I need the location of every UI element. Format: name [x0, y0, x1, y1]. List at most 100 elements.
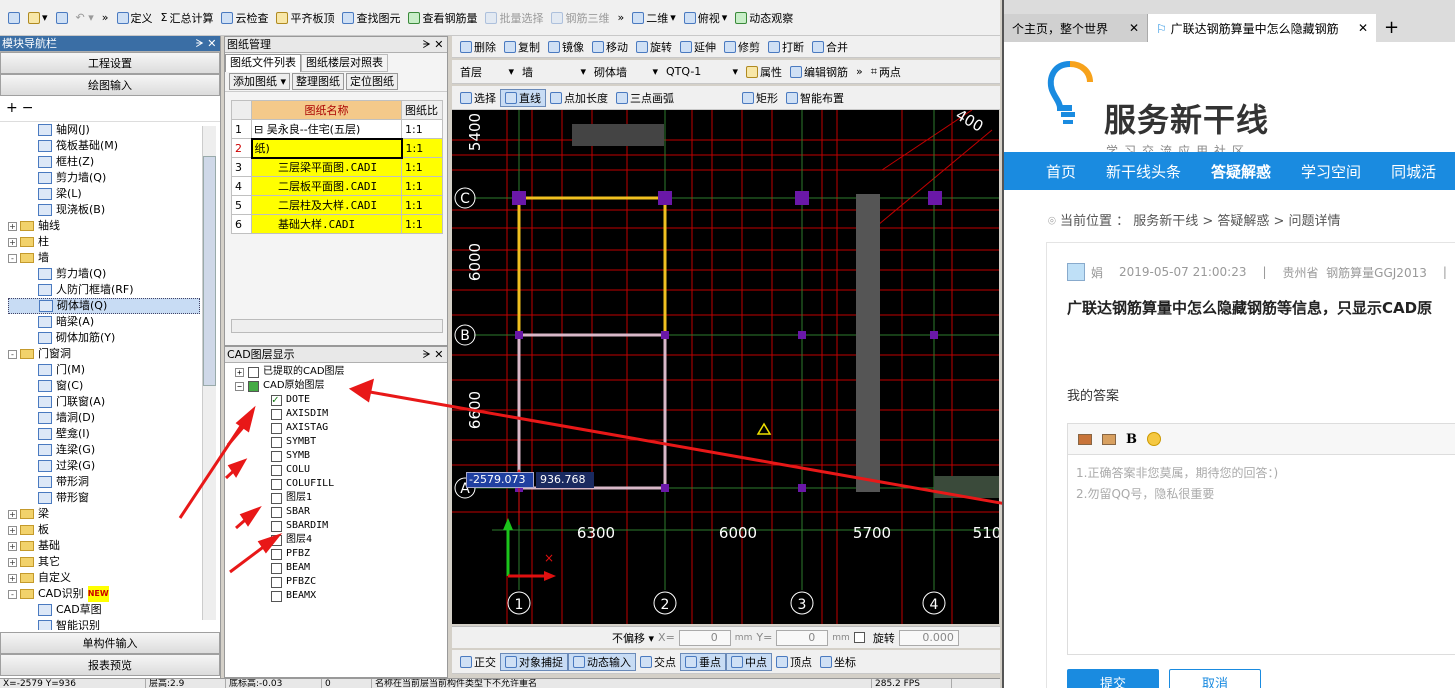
move-button[interactable]: 移动: [588, 39, 632, 55]
rotate-button[interactable]: 旋转: [632, 39, 676, 55]
tree-item[interactable]: - CAD识别 NEW: [8, 586, 200, 602]
tree-item[interactable]: + 梁: [8, 506, 200, 522]
project-settings-button[interactable]: 工程设置: [0, 52, 220, 74]
ortho-button[interactable]: 正交: [456, 654, 500, 670]
tree-item[interactable]: CAD草图: [8, 602, 200, 618]
drawing-name-cell[interactable]: 二层板平面图.CADI: [251, 176, 402, 196]
smart-layout-button[interactable]: 智能布置: [782, 90, 848, 106]
tree-item[interactable]: 剪力墙(Q): [8, 170, 200, 186]
layer-checkbox[interactable]: [271, 422, 282, 434]
component-name-select[interactable]: QTQ-1 ▾: [662, 65, 742, 78]
tree-toggle-icon[interactable]: -: [8, 349, 17, 359]
tree-item[interactable]: 连梁(G): [8, 442, 200, 458]
cad-canvas[interactable]: C B A 1 2 3 4 6300 6000 5700 510 5400 60…: [452, 110, 999, 624]
drawing-name-cell[interactable]: ⊟ 吴永良--住宅(五层): [251, 119, 402, 139]
tree-toggle-icon[interactable]: +: [8, 509, 17, 519]
layer-checkbox[interactable]: [271, 534, 282, 546]
layer-checkbox[interactable]: [271, 464, 282, 476]
tree-item[interactable]: 剪力墙(Q): [8, 266, 200, 282]
single-component-input-button[interactable]: 单构件输入: [0, 632, 220, 654]
tree-item[interactable]: -墙: [8, 250, 200, 266]
layer-item[interactable]: 图层4: [271, 533, 447, 547]
table-row[interactable]: 4 二层板平面图.CADI 1:1: [231, 176, 443, 196]
dynamic-observe-button[interactable]: 动态观察: [731, 10, 797, 26]
layer-group-extracted[interactable]: + 已提取的CAD图层: [235, 365, 447, 379]
table-row[interactable]: 2 纸) 1:1: [231, 137, 443, 159]
tree-item[interactable]: 梁(L): [8, 186, 200, 202]
offset-select[interactable]: 不偏移 ▾: [612, 630, 654, 646]
top-view-dropdown[interactable]: 俯视 ▾: [680, 10, 732, 26]
organize-drawing-button[interactable]: 整理图纸: [292, 73, 345, 90]
report-preview-button[interactable]: 报表预览: [0, 654, 220, 676]
layer-item[interactable]: SYMBT: [271, 435, 447, 449]
component-subtype-select[interactable]: 砌体墙 ▾: [590, 64, 662, 80]
tree-item[interactable]: 砌体加筋(Y): [8, 330, 200, 346]
layer-item[interactable]: AXISDIM: [271, 407, 447, 421]
add-drawing-button[interactable]: 添加图纸 ▾: [229, 73, 291, 90]
drawing-hscroll[interactable]: [231, 319, 443, 333]
layer-item[interactable]: 图层1: [271, 491, 447, 505]
bold-icon[interactable]: B: [1126, 432, 1137, 447]
rectangle-button[interactable]: 矩形: [738, 90, 782, 106]
attribute-button[interactable]: 属性: [742, 64, 786, 80]
table-row[interactable]: 3 三层梁平面图.CADI 1:1: [231, 157, 443, 177]
rotate-checkbox[interactable]: [853, 632, 865, 643]
author-name[interactable]: 娟: [1091, 264, 1103, 281]
tree-item[interactable]: 门(M): [8, 362, 200, 378]
browser-tab-2[interactable]: ⚐ 广联达钢筋算量中怎么隐藏钢筋 ✕: [1148, 14, 1376, 42]
open-file-icon[interactable]: ▾: [24, 11, 52, 24]
nav-qa[interactable]: 答疑解惑: [1211, 161, 1271, 182]
layer-checkbox[interactable]: [271, 506, 282, 518]
browser-tab-1[interactable]: 个主页，整个世界 ✕: [1004, 14, 1148, 42]
tree-item[interactable]: 框柱(Z): [8, 154, 200, 170]
copy-button[interactable]: 复制: [500, 39, 544, 55]
rotate-input[interactable]: 0.000: [898, 629, 959, 646]
break-button[interactable]: 打断: [764, 39, 808, 55]
nav-local[interactable]: 同城活: [1391, 161, 1436, 182]
layer-item[interactable]: BEAM: [271, 561, 447, 575]
layer-item[interactable]: SBAR: [271, 505, 447, 519]
tree-item[interactable]: 轴网(J): [8, 122, 200, 138]
collapse-icon[interactable]: ⊟: [254, 123, 267, 136]
tree-item[interactable]: 砌体墙(Q): [8, 298, 200, 314]
two-point-button[interactable]: ⌗ 两点: [867, 64, 905, 80]
rebar-3d-button[interactable]: 钢筋三维: [547, 10, 613, 26]
toolbar-overflow-icon-2[interactable]: »: [613, 11, 628, 24]
drawing-name-cell[interactable]: 基础大样.CADI: [251, 214, 402, 234]
merge-button[interactable]: 合并: [808, 39, 852, 55]
layer-item[interactable]: DOTE: [271, 393, 447, 407]
nav-headlines[interactable]: 新干线头条: [1106, 161, 1181, 182]
component-type-select[interactable]: 墙 ▾: [518, 64, 590, 80]
undo-icon[interactable]: ↶ ▾: [72, 11, 98, 24]
vertex-button[interactable]: 顶点: [772, 654, 816, 670]
layer-item[interactable]: PFBZC: [271, 575, 447, 589]
tree-scrollbar[interactable]: [202, 126, 216, 620]
tree-item[interactable]: 暗梁(A): [8, 314, 200, 330]
layer-checkbox[interactable]: [271, 450, 282, 462]
table-row[interactable]: 1 ⊟ 吴永良--住宅(五层) 1:1: [231, 119, 443, 139]
layer-checkbox[interactable]: [271, 492, 282, 504]
delete-button[interactable]: 删除: [456, 39, 500, 55]
coord-y-input[interactable]: 936.768: [536, 472, 594, 488]
tree-item[interactable]: 门联窗(A): [8, 394, 200, 410]
layer-checkbox[interactable]: [271, 393, 282, 407]
new-tab-icon[interactable]: +: [1376, 14, 1407, 42]
tab-drawing-list[interactable]: 图纸文件列表: [225, 54, 301, 72]
tree-toggle-icon[interactable]: +: [8, 221, 17, 231]
mirror-button[interactable]: 镜像: [544, 39, 588, 55]
toolbar-overflow-icon[interactable]: »: [98, 11, 113, 24]
trim-button[interactable]: 修剪: [720, 39, 764, 55]
line-button[interactable]: 直线: [500, 88, 546, 107]
layer-checkbox[interactable]: [271, 436, 282, 448]
intersection-button[interactable]: 交点: [636, 654, 680, 670]
image-icon[interactable]: [1078, 433, 1092, 445]
batch-select-button[interactable]: 批量选择: [481, 10, 547, 26]
tab-close-icon[interactable]: ✕: [1129, 21, 1139, 35]
tree-item[interactable]: + 柱: [8, 234, 200, 250]
extend-button[interactable]: 延伸: [676, 39, 720, 55]
tree-toggle-icon[interactable]: +: [8, 525, 17, 535]
layer-group-original[interactable]: − CAD原始图层: [235, 379, 447, 393]
tree-toggle-icon[interactable]: -: [8, 589, 17, 599]
nav-home[interactable]: 首页: [1046, 161, 1076, 182]
tree-item[interactable]: + 轴线: [8, 218, 200, 234]
